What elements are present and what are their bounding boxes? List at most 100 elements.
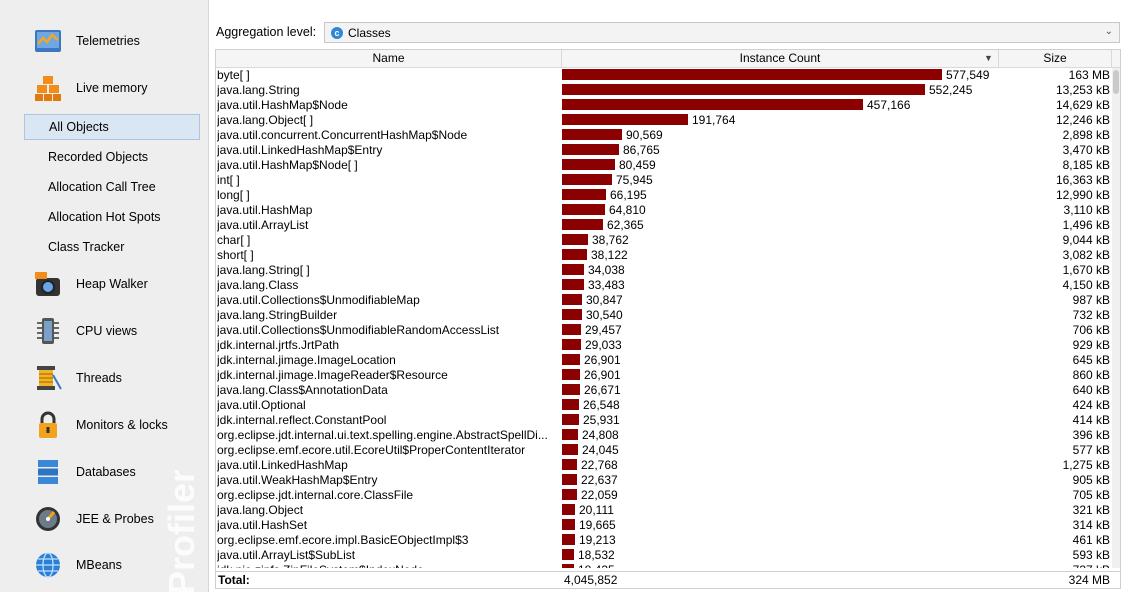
- table-row[interactable]: int[ ] 75,945 16,363 kB: [216, 173, 1112, 188]
- instance-count-cell: 20,111: [579, 503, 614, 517]
- instance-count-bar: [562, 114, 688, 125]
- table-row[interactable]: java.lang.StringBuilder 30,540 732 kB: [216, 308, 1112, 323]
- sidebar-item-threads[interactable]: Threads: [26, 358, 204, 398]
- table-row[interactable]: jdk.internal.reflect.ConstantPool 25,931 4…: [216, 413, 1112, 428]
- table-row[interactable]: java.util.HashMap$Node[ ] 80,459 8,185 kB: [216, 158, 1112, 173]
- aggregation-level-select[interactable]: c Classes ⌄: [324, 22, 1120, 43]
- size-cell: 13,253 kB: [1055, 83, 1110, 97]
- table-row[interactable]: org.eclipse.jdt.internal.core.ClassFile 2…: [216, 488, 1112, 503]
- sidebar-subitem-label: Allocation Call Tree: [48, 180, 156, 194]
- table-row[interactable]: org.eclipse.emf.ecore.util.EcoreUtil$Pro…: [216, 443, 1112, 458]
- table-row[interactable]: short[ ] 38,122 3,082 kB: [216, 248, 1112, 263]
- table-row[interactable]: java.util.LinkedHashMap 22,768 1,275 kB: [216, 458, 1112, 473]
- column-header-instance-count[interactable]: Instance Count: [562, 50, 999, 67]
- class-name-cell: java.util.HashMap$Node[ ]: [217, 158, 358, 172]
- instance-count-bar: [562, 324, 581, 335]
- instance-count-bar: [562, 459, 577, 470]
- class-name-cell: java.lang.String: [217, 83, 300, 97]
- instance-count-cell: 33,483: [588, 278, 625, 292]
- instance-count-cell: 62,365: [607, 218, 644, 232]
- sidebar-item-label: Live memory: [76, 81, 148, 95]
- size-cell: 414 kB: [1072, 413, 1110, 427]
- main-panel: Aggregation level: c Classes ⌄ Name Inst…: [210, 0, 1134, 592]
- vertical-scrollbar[interactable]: [1112, 68, 1120, 568]
- instance-count-bar: [562, 234, 588, 245]
- table-row[interactable]: long[ ] 66,195 12,990 kB: [216, 188, 1112, 203]
- table-row[interactable]: java.util.Optional 26,548 424 kB: [216, 398, 1112, 413]
- table-header: Name Instance Count ▼ Size: [216, 50, 1120, 68]
- size-cell: 321 kB: [1072, 503, 1110, 517]
- table-row[interactable]: java.lang.Class 33,483 4,150 kB: [216, 278, 1112, 293]
- sidebar-item-live-memory[interactable]: Live memory: [26, 68, 204, 108]
- mbeans-icon: [31, 548, 65, 582]
- table-row[interactable]: org.eclipse.jdt.internal.ui.text.spellin…: [216, 428, 1112, 443]
- cpu-views-icon: [31, 314, 65, 348]
- table-row[interactable]: java.util.ArrayList 62,365 1,496 kB: [216, 218, 1112, 233]
- sidebar-item-cpu-views[interactable]: CPU views: [26, 311, 204, 351]
- table-row[interactable]: org.eclipse.emf.ecore.impl.BasicEObjectI…: [216, 533, 1112, 548]
- class-name-cell: byte[ ]: [217, 68, 250, 82]
- instance-count-bar: [562, 549, 574, 560]
- size-cell: 14,629 kB: [1055, 98, 1110, 112]
- table-row[interactable]: java.lang.String 552,245 13,253 kB: [216, 83, 1112, 98]
- instance-count-bar: [562, 204, 605, 215]
- sidebar-subitem-recorded-objects[interactable]: Recorded Objects: [24, 144, 200, 170]
- sidebar-subitem-all-objects[interactable]: All Objects: [24, 114, 200, 140]
- table-row[interactable]: java.util.HashMap$Node 457,166 14,629 kB: [216, 98, 1112, 113]
- instance-count-cell: 19,665: [579, 518, 616, 532]
- table-row[interactable]: java.util.Collections$UnmodifiableRandom…: [216, 323, 1112, 338]
- table-row[interactable]: java.lang.String[ ] 34,038 1,670 kB: [216, 263, 1112, 278]
- column-header-name[interactable]: Name: [216, 50, 562, 67]
- class-name-cell: java.lang.Class$AnnotationData: [217, 383, 388, 397]
- size-cell: 3,082 kB: [1062, 248, 1110, 262]
- instance-count-bar: [562, 279, 584, 290]
- aggregation-selected-value: Classes: [348, 25, 391, 40]
- table-row[interactable]: jdk.nio.zipfs.ZipFileSystem$IndexNode 18,…: [216, 563, 1112, 568]
- sidebar-item-label: CPU views: [76, 324, 138, 338]
- table-row[interactable]: java.util.HashSet 19,665 314 kB: [216, 518, 1112, 533]
- sidebar-subitem-label: Recorded Objects: [48, 150, 149, 164]
- sidebar-item-telemetries[interactable]: Telemetries: [26, 21, 204, 61]
- column-header-size[interactable]: Size: [999, 50, 1112, 67]
- sidebar-subitem-allocation-hot-spots[interactable]: Allocation Hot Spots: [24, 204, 200, 230]
- class-name-cell: java.lang.Class: [217, 278, 299, 292]
- sidebar-item-monitors-locks[interactable]: Monitors & locks: [26, 405, 204, 445]
- databases-icon: [31, 455, 65, 489]
- table-row[interactable]: java.lang.Object[ ] 191,764 12,246 kB: [216, 113, 1112, 128]
- sidebar-subitem-class-tracker[interactable]: Class Tracker: [24, 234, 200, 260]
- instance-count-cell: 64,810: [609, 203, 646, 217]
- table-row[interactable]: jdk.internal.jimage.ImageLocation 26,901 6…: [216, 353, 1112, 368]
- table-row[interactable]: byte[ ] 577,549 163 MB: [216, 68, 1112, 83]
- size-cell: 3,470 kB: [1062, 143, 1110, 157]
- instance-count-cell: 191,764: [692, 113, 736, 127]
- table-row[interactable]: java.util.Collections$UnmodifiableMap 30,…: [216, 293, 1112, 308]
- instance-count-cell: 29,033: [585, 338, 622, 352]
- table-row[interactable]: java.util.HashMap 64,810 3,110 kB: [216, 203, 1112, 218]
- size-cell: 705 kB: [1072, 488, 1110, 502]
- table-row[interactable]: jdk.internal.jimage.ImageReader$Resource…: [216, 368, 1112, 383]
- class-name-cell: java.util.Optional: [217, 398, 306, 412]
- size-cell: 905 kB: [1072, 473, 1110, 487]
- table-row[interactable]: char[ ] 38,762 9,044 kB: [216, 233, 1112, 248]
- instance-count-cell: 86,765: [623, 143, 660, 157]
- table-row[interactable]: jdk.internal.jrtfs.JrtPath 29,033 929 kB: [216, 338, 1112, 353]
- size-cell: 2,898 kB: [1062, 128, 1110, 142]
- sidebar-subitem-label: All Objects: [49, 120, 109, 134]
- sidebar-subitem-allocation-call-tree[interactable]: Allocation Call Tree: [24, 174, 200, 200]
- table-row[interactable]: java.lang.Object 20,111 321 kB: [216, 503, 1112, 518]
- instance-count-bar: [562, 369, 580, 380]
- table-row[interactable]: java.lang.Class$AnnotationData 26,671 640 …: [216, 383, 1112, 398]
- table-row[interactable]: java.util.concurrent.ConcurrentHashMap$N…: [216, 128, 1112, 143]
- sidebar-item-heap-walker[interactable]: Heap Walker: [26, 264, 204, 304]
- size-cell: 732 kB: [1072, 308, 1110, 322]
- size-cell: 424 kB: [1072, 398, 1110, 412]
- class-name-cell: java.util.WeakHashMap$Entry: [217, 473, 378, 487]
- scrollbar-thumb[interactable]: [1113, 70, 1119, 94]
- class-name-cell: org.eclipse.emf.ecore.impl.BasicEObjectI…: [217, 533, 469, 547]
- instance-count-bar: [562, 189, 606, 200]
- instance-count-cell: 24,045: [582, 443, 619, 457]
- table-row[interactable]: java.util.WeakHashMap$Entry 22,637 905 kB: [216, 473, 1112, 488]
- size-cell: 4,150 kB: [1062, 278, 1110, 292]
- table-row[interactable]: java.util.LinkedHashMap$Entry 86,765 3,470…: [216, 143, 1112, 158]
- table-row[interactable]: java.util.ArrayList$SubList 18,532 593 kB: [216, 548, 1112, 563]
